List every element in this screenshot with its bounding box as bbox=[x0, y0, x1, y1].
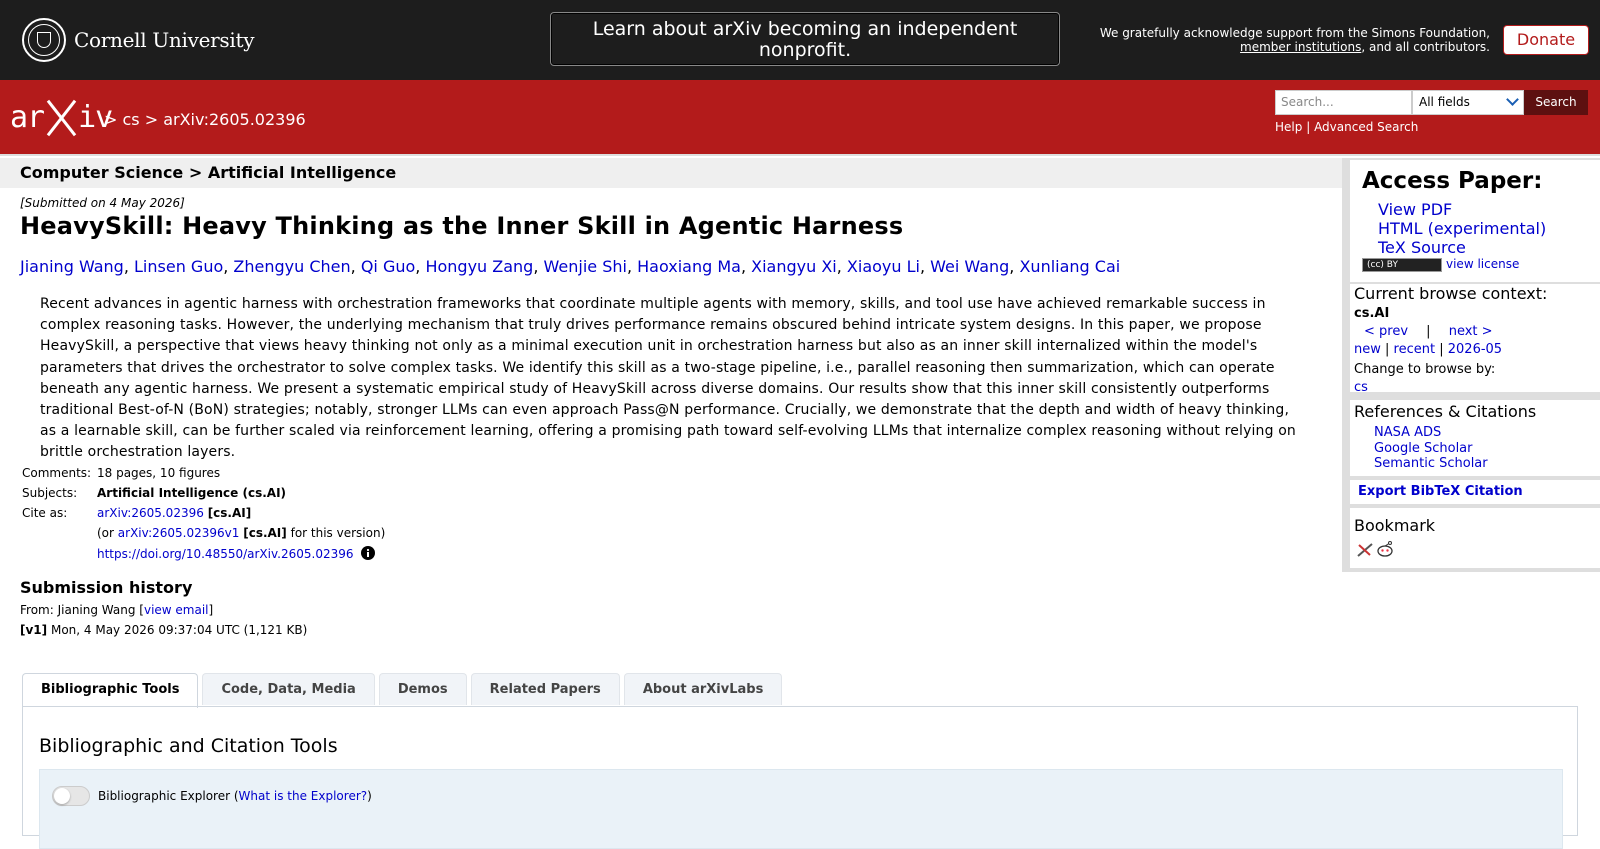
ref-link-nasa-ads[interactable]: NASA ADS bbox=[1374, 425, 1488, 441]
labs-panel: Bibliographic and Citation Tools Bibliog… bbox=[22, 706, 1578, 849]
new-link[interactable]: new bbox=[1354, 342, 1381, 357]
panel-heading: Bibliographic and Citation Tools bbox=[39, 735, 338, 757]
access-paper-box: Access Paper: View PDF HTML (experimental… bbox=[1350, 160, 1600, 282]
search-help-links: Help | Advanced Search bbox=[1275, 120, 1419, 134]
search-field-select[interactable]: All fields bbox=[1412, 90, 1524, 115]
sidebar: Access Paper: View PDF HTML (experimental… bbox=[1342, 158, 1600, 572]
bookmark-box: Bookmark bbox=[1350, 508, 1600, 568]
author-link[interactable]: Xunliang Cai bbox=[1019, 257, 1120, 276]
references-links: NASA ADS Google Scholar Semantic Scholar bbox=[1374, 425, 1488, 472]
tab-code-data-media[interactable]: Code, Data, Media bbox=[202, 673, 375, 705]
donate-button[interactable]: Donate bbox=[1503, 25, 1589, 55]
paper-title: HeavySkill: Heavy Thinking as the Inner … bbox=[20, 212, 904, 240]
next-link[interactable]: next > bbox=[1449, 324, 1493, 339]
author-list: Jianing Wang, Linsen Guo, Zhengyu Chen, … bbox=[20, 257, 1121, 276]
context-value: cs.AI bbox=[1354, 306, 1390, 321]
access-link-tex-source[interactable]: TeX Source bbox=[1378, 238, 1546, 257]
cite-id-link[interactable]: arXiv:2605.02396 bbox=[97, 506, 204, 520]
browse-cs-link[interactable]: cs bbox=[1354, 380, 1368, 395]
access-heading: Access Paper: bbox=[1362, 168, 1543, 194]
comments-value: 18 pages, 10 figures bbox=[97, 466, 221, 480]
breadcrumb[interactable]: > cs > arXiv:2605.02396 bbox=[104, 110, 306, 129]
arxiv-x-icon bbox=[44, 98, 78, 136]
recent-link[interactable]: recent bbox=[1394, 342, 1436, 357]
version-link[interactable]: [v1] bbox=[20, 623, 47, 637]
tab-related-papers[interactable]: Related Papers bbox=[470, 673, 620, 705]
tab-bibliographic-tools[interactable]: Bibliographic Tools bbox=[22, 673, 199, 708]
abstract: Recent advances in agentic harness with … bbox=[40, 296, 1296, 461]
submission-history-heading: Submission history bbox=[20, 578, 193, 597]
author-link[interactable]: Wenjie Shi bbox=[544, 257, 627, 276]
info-icon[interactable] bbox=[361, 546, 376, 560]
export-bibtex-link[interactable]: Export BibTeX Citation bbox=[1358, 484, 1523, 499]
cite-version-link[interactable]: arXiv:2605.02396v1 bbox=[118, 526, 240, 540]
explorer-toggle[interactable] bbox=[52, 786, 90, 806]
cornell-logo[interactable]: Cornell University bbox=[22, 17, 255, 63]
view-license-link[interactable]: view license bbox=[1446, 257, 1519, 271]
author-link[interactable]: Xiaoyu Li bbox=[847, 257, 920, 276]
reddit-icon[interactable] bbox=[1376, 540, 1394, 558]
labs-tabs: Bibliographic Tools Code, Data, Media Demo… bbox=[22, 673, 786, 708]
tab-demos[interactable]: Demos bbox=[378, 673, 467, 705]
search-input[interactable]: Search... bbox=[1275, 90, 1412, 115]
arxiv-logo[interactable]: ar iv bbox=[10, 98, 113, 136]
bibsonomy-icon[interactable] bbox=[1356, 542, 1374, 558]
announcement-banner[interactable]: Learn about arXiv becoming an independen… bbox=[550, 12, 1060, 66]
date-link[interactable]: 2026-05 bbox=[1448, 342, 1502, 357]
author-link[interactable]: Linsen Guo bbox=[134, 257, 223, 276]
subject-header: Computer Science > Artificial Intelligen… bbox=[0, 158, 1342, 188]
prev-link[interactable]: < prev bbox=[1364, 324, 1408, 339]
author-link[interactable]: Hongyu Zang bbox=[425, 257, 533, 276]
help-link[interactable]: Help bbox=[1275, 120, 1302, 134]
references-box: References & Citations NASA ADS Google Sc… bbox=[1350, 400, 1600, 476]
author-link[interactable]: Zhengyu Chen bbox=[233, 257, 350, 276]
access-link-view-pdf[interactable]: View PDF bbox=[1378, 200, 1546, 219]
version-entry: [v1] Mon, 4 May 2026 09:37:04 UTC (1,121… bbox=[20, 623, 308, 637]
view-email-link[interactable]: view email bbox=[144, 603, 209, 617]
export-box: Export BibTeX Citation bbox=[1350, 480, 1600, 504]
cornell-name: Cornell University bbox=[74, 28, 255, 52]
author-link[interactable]: Jianing Wang bbox=[20, 257, 124, 276]
access-link-html-experimental[interactable]: HTML (experimental) bbox=[1378, 219, 1546, 238]
access-links: View PDF HTML (experimental) TeX Source bbox=[1378, 200, 1546, 257]
tab-about-arxivlabs[interactable]: About arXivLabs bbox=[623, 673, 783, 705]
subjects-value: Artificial Intelligence (cs.AI) bbox=[97, 486, 287, 500]
author-link[interactable]: Xiangyu Xi bbox=[751, 257, 837, 276]
cornell-banner: Cornell University Learn about arXiv bec… bbox=[0, 0, 1600, 80]
submitter: From: Jianing Wang [view email] bbox=[20, 603, 214, 617]
cc-by-license-icon[interactable]: (cc) BY bbox=[1362, 258, 1442, 272]
doi-link[interactable]: https://doi.org/10.48550/arXiv.2605.0239… bbox=[97, 547, 354, 561]
browse-context-box: Current browse context: cs.AI < prev | n… bbox=[1350, 284, 1600, 395]
author-link[interactable]: Qi Guo bbox=[361, 257, 415, 276]
advanced-search-link[interactable]: Advanced Search bbox=[1314, 120, 1418, 134]
author-link[interactable]: Haoxiang Ma bbox=[637, 257, 741, 276]
ref-link-google-scholar[interactable]: Google Scholar bbox=[1374, 441, 1488, 457]
author-link[interactable]: Wei Wang bbox=[930, 257, 1009, 276]
member-institutions-link[interactable]: member institutions bbox=[1240, 40, 1361, 54]
what-is-explorer-link[interactable]: What is the Explorer? bbox=[239, 789, 368, 803]
chevron-down-icon bbox=[1506, 93, 1519, 106]
ref-link-semantic-scholar[interactable]: Semantic Scholar bbox=[1374, 456, 1488, 472]
submission-date: [Submitted on 4 May 2026] bbox=[20, 196, 185, 210]
cornell-seal-icon bbox=[22, 18, 66, 62]
support-text: We gratefully acknowledge support from t… bbox=[1099, 26, 1490, 54]
explorer-label: Bibliographic Explorer (What is the Expl… bbox=[98, 789, 372, 803]
search-button[interactable]: Search bbox=[1524, 90, 1588, 115]
explorer-row: Bibliographic Explorer (What is the Expl… bbox=[39, 769, 1563, 849]
